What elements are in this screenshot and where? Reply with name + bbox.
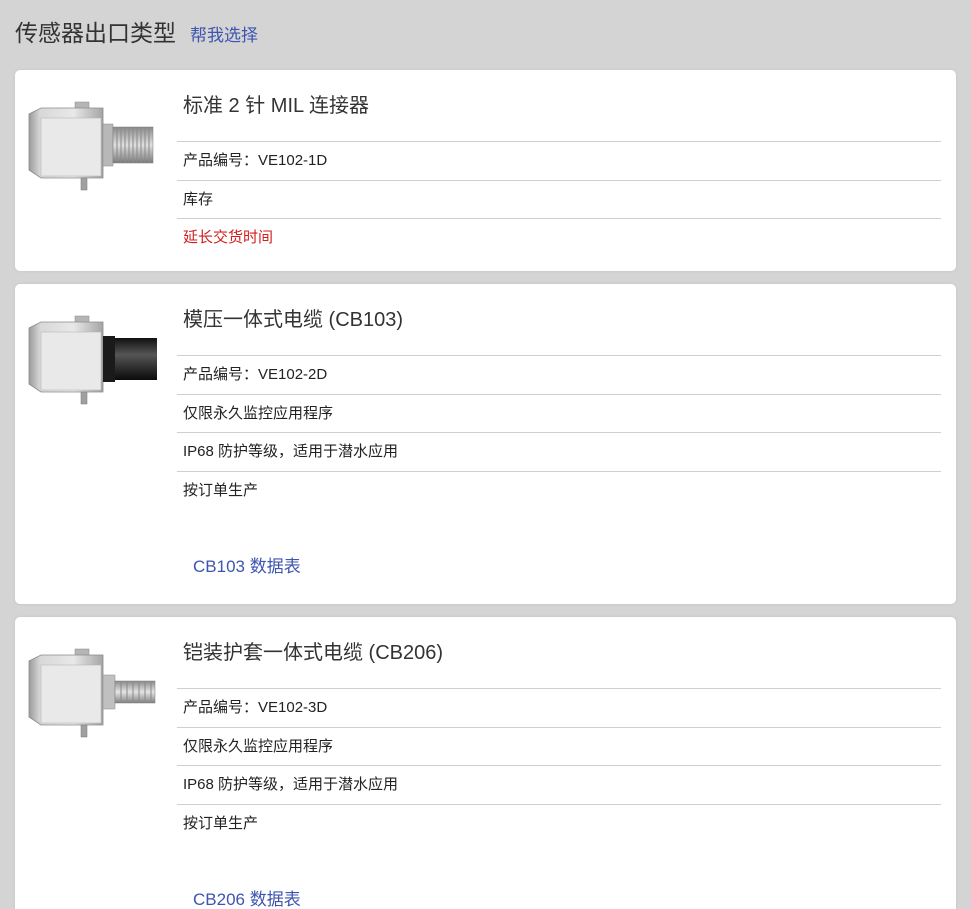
product-part-number: 产品编号：VE102-2D: [177, 356, 941, 395]
product-card-mil-connector[interactable]: 标准 2 针 MIL 连接器 产品编号：VE102-1D 库存 延长交货时间: [15, 70, 956, 271]
product-card-cb103[interactable]: 模压一体式电缆 (CB103) 产品编号：VE102-2D 仅限永久监控应用程序…: [15, 284, 956, 604]
product-lead-time-warning: 延长交货时间: [183, 229, 274, 246]
armored-cable-sensor-image: [28, 648, 156, 738]
product-part-number: 产品编号：VE102-3D: [177, 689, 941, 728]
product-application-note: 仅限永久监控应用程序: [177, 728, 941, 766]
product-part-number: 产品编号：VE102-1D: [177, 142, 941, 181]
product-application-note: 仅限永久监控应用程序: [177, 395, 941, 433]
product-stock-status: 库存: [177, 181, 941, 219]
section-title: 传感器出口类型: [15, 20, 176, 46]
section-header: 传感器出口类型 帮我选择: [15, 14, 258, 48]
product-title: 标准 2 针 MIL 连接器: [177, 70, 941, 142]
product-ip-rating: IP68 防护等级，适用于潜水应用: [177, 433, 941, 472]
help-me-choose-link[interactable]: 帮我选择: [190, 21, 258, 46]
product-build-to-order: 按订单生产: [183, 481, 259, 499]
product-title: 铠装护套一体式电缆 (CB206): [177, 617, 941, 689]
product-title: 模压一体式电缆 (CB103): [177, 284, 941, 356]
cb206-datasheet-link[interactable]: CB206 数据表: [193, 885, 301, 909]
product-ip-rating: IP68 防护等级，适用于潜水应用: [177, 766, 941, 805]
product-build-to-order: 按订单生产: [183, 814, 259, 832]
mil-connector-sensor-image: [28, 101, 154, 191]
product-card-cb206[interactable]: 铠装护套一体式电缆 (CB206) 产品编号：VE102-3D 仅限永久监控应用…: [15, 617, 956, 909]
molded-cable-sensor-image: [28, 315, 157, 405]
cb103-datasheet-link[interactable]: CB103 数据表: [193, 552, 301, 577]
